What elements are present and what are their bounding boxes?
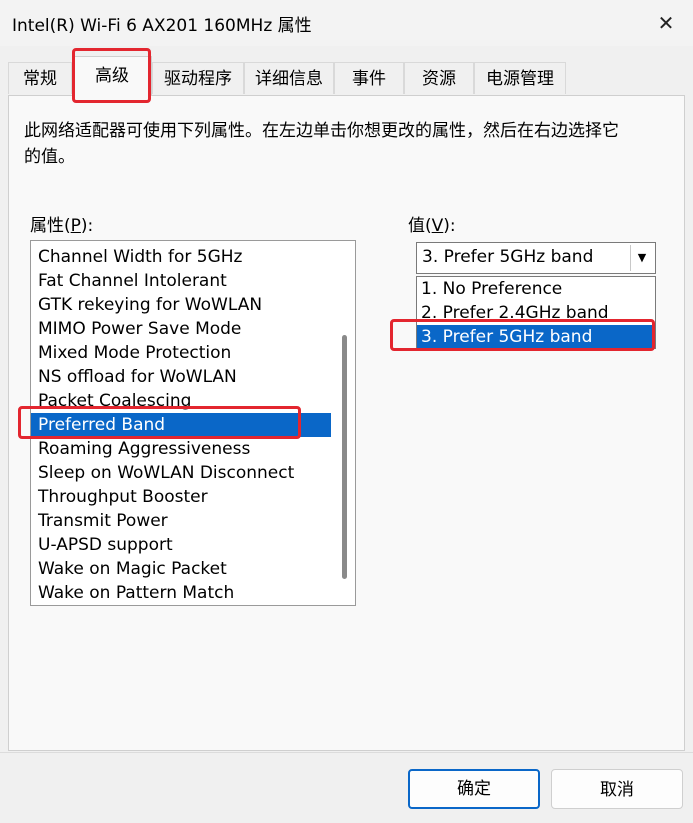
dropdown-option[interactable]: 2. Prefer 2.4GHz band — [417, 301, 655, 325]
tab-advanced[interactable]: 高级 — [72, 56, 152, 96]
dropdown-option[interactable]: 1. No Preference — [417, 277, 655, 301]
list-item[interactable]: Fat Channel Intolerant — [31, 269, 331, 293]
list-item[interactable]: NS offload for WoWLAN — [31, 365, 331, 389]
property-scrollbar[interactable] — [333, 241, 355, 605]
tab-details[interactable]: 详细信息 — [244, 62, 334, 94]
value-combobox[interactable]: 3. Prefer 5GHz band ▼ — [416, 242, 656, 274]
description-text: 此网络适配器可使用下列属性。在左边单击你想更改的属性，然后在右边选择它的值。 — [24, 121, 619, 167]
value-dropdown-list: 1. No Preference 2. Prefer 2.4GHz band 3… — [416, 276, 656, 349]
list-item[interactable]: Mixed Mode Protection — [31, 341, 331, 365]
value-label: 值(V): — [408, 216, 456, 236]
title-bar: Intel(R) Wi-Fi 6 AX201 160MHz 属性 ✕ — [0, 0, 693, 46]
list-item[interactable]: U-APSD support — [31, 533, 331, 557]
cancel-button[interactable]: 取消 — [551, 769, 683, 809]
tab-driver[interactable]: 驱动程序 — [152, 62, 244, 94]
property-listbox[interactable]: Channel Width for 5GHz Fat Channel Intol… — [30, 240, 356, 606]
list-item[interactable]: Channel Width for 5GHz — [31, 245, 331, 269]
scrollbar-thumb[interactable] — [342, 335, 347, 579]
list-item[interactable]: MIMO Power Save Mode — [31, 317, 331, 341]
list-item[interactable]: Wake on Magic Packet — [31, 557, 331, 581]
list-item[interactable]: Packet Coalescing — [31, 389, 331, 413]
list-item[interactable]: Throughput Booster — [31, 485, 331, 509]
dropdown-option-selected[interactable]: 3. Prefer 5GHz band — [417, 325, 655, 348]
footer-divider — [0, 752, 693, 753]
list-item[interactable]: Transmit Power — [31, 509, 331, 533]
tab-power-management[interactable]: 电源管理 — [474, 62, 566, 94]
properties-dialog: Intel(R) Wi-Fi 6 AX201 160MHz 属性 ✕ 常规 高级… — [0, 0, 693, 823]
tab-general[interactable]: 常规 — [8, 62, 72, 94]
tab-events[interactable]: 事件 — [334, 62, 404, 94]
list-item[interactable]: Roaming Aggressiveness — [31, 437, 331, 461]
window-title: Intel(R) Wi-Fi 6 AX201 160MHz 属性 — [12, 16, 312, 36]
list-item-selected[interactable]: Preferred Band — [31, 413, 331, 437]
list-item[interactable]: Sleep on WoWLAN Disconnect — [31, 461, 331, 485]
list-item[interactable]: Wake on Pattern Match — [31, 581, 331, 605]
close-icon[interactable]: ✕ — [651, 8, 681, 38]
property-list: Channel Width for 5GHz Fat Channel Intol… — [31, 245, 331, 605]
chevron-down-icon[interactable]: ▼ — [630, 245, 653, 271]
tab-resources[interactable]: 资源 — [404, 62, 474, 94]
ok-button[interactable]: 确定 — [408, 769, 540, 809]
value-combobox-text: 3. Prefer 5GHz band — [422, 247, 594, 267]
list-item[interactable]: GTK rekeying for WoWLAN — [31, 293, 331, 317]
tab-strip: 常规 高级 驱动程序 详细信息 事件 资源 电源管理 — [0, 56, 693, 96]
property-label: 属性(P): — [30, 216, 94, 236]
